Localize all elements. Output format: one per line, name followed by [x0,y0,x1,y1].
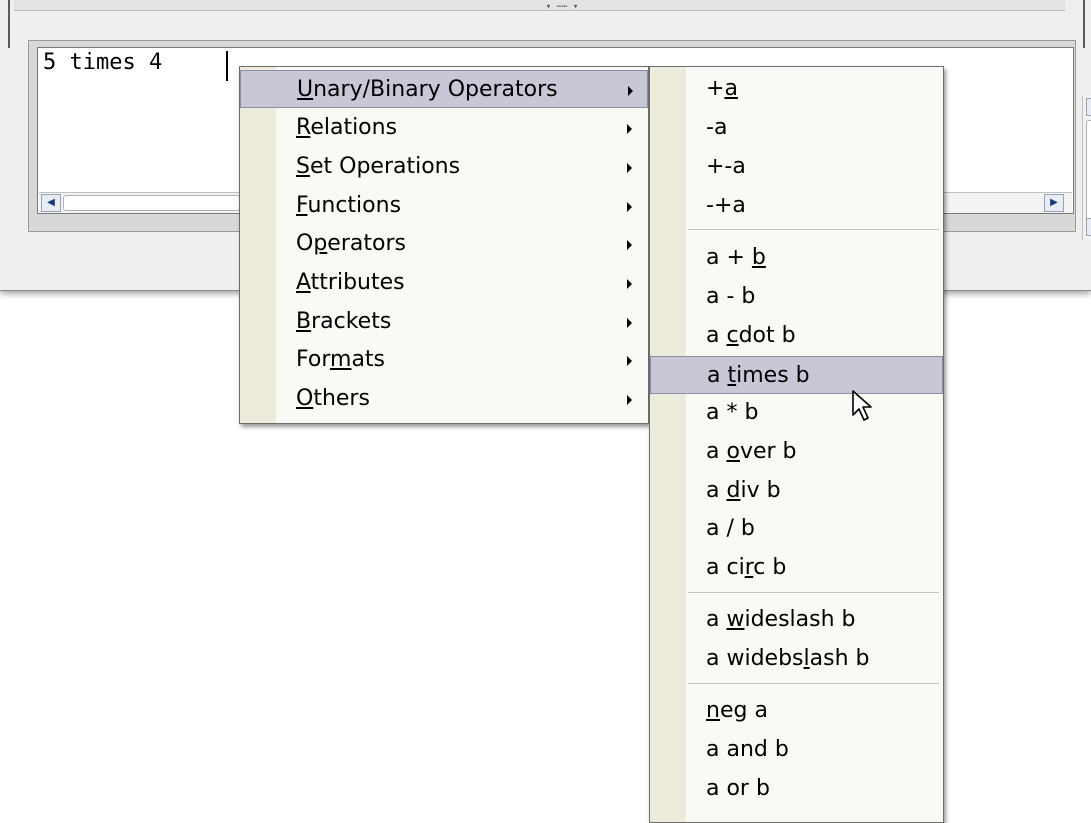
submenu-arrow-icon [627,318,632,328]
submenu-item-a-slash-b-label: a / b [706,516,755,541]
submenu-item-a-or-b[interactable]: a or b [650,770,943,808]
submenu-item-neg-a[interactable]: neg a [650,692,943,730]
menu-item-brackets[interactable]: Brackets [240,303,648,341]
submenu-item-a-minus-b[interactable]: a - b [650,278,943,316]
submenu-item-a-circ-b-label: a circ b [706,555,787,580]
menu-item-attributes[interactable]: Attributes [240,264,648,302]
menu-item-formats-label: Formats [296,347,386,372]
submenu-arrow-icon [627,124,632,134]
submenu-arrow-icon [627,356,632,366]
submenu-item-neg-a-label: neg a [706,698,768,723]
menu-item-formats[interactable]: Formats [240,341,648,379]
submenu-item-a-or-b-label: a or b [706,776,770,801]
submenu-arrow-icon [627,163,632,173]
splitter-grip-icon[interactable]: ▾ ⋯⋯ ▾ [522,2,602,16]
submenu-arrow-icon [627,202,632,212]
window-border-right [1083,0,1085,48]
menu-item-functions-label: Functions [296,193,402,218]
menu-item-brackets-label: Brackets [296,309,392,334]
submenu-arrow-icon [627,395,632,405]
submenu-item-a-and-b-label: a and b [706,737,789,762]
scroll-left-icon[interactable]: ◀ [41,194,61,212]
submenu-arrow-icon [627,279,632,289]
submenu-item-a-cdot-b-label: a cdot b [706,323,796,348]
menu-item-unary-binary-operators[interactable]: Unary/Binary Operators [240,70,648,108]
menu-item-unary-binary-operators-label: Unary/Binary Operators [297,77,558,102]
menu-item-operators-label: Operators [296,231,406,256]
menu-item-others[interactable]: Others [240,380,648,418]
submenu-item-a-cdot-b[interactable]: a cdot b [650,317,943,355]
submenu-item-a-slash-b[interactable]: a / b [650,510,943,548]
submenu-item-plus-a-label: +a [706,76,738,101]
submenu-item-a-star-b-label: a * b [706,400,759,425]
submenu-item-a-over-b[interactable]: a over b [650,433,943,471]
submenu-arrow-icon [628,86,633,96]
submenu-item-minus-a[interactable]: -a [650,109,943,147]
window-border-left [8,0,10,48]
submenu-item-a-and-b[interactable]: a and b [650,731,943,769]
submenu-item-plusminus-a[interactable]: +-a [650,148,943,186]
menu-item-attributes-label: Attributes [296,270,405,295]
submenu-item-plus-a[interactable]: +a [650,70,943,108]
submenu-item-a-wideslash-b-label: a wideslash b [706,607,856,632]
menu-item-relations[interactable]: Relations [240,109,648,147]
submenu-item-a-widebslash-b-label: a widebslash b [706,646,870,671]
context-menu: Unary/Binary Operators Relations Set Opera… [239,66,649,424]
splitter-bar[interactable]: ▾ ⋯⋯ ▾ [14,0,1065,12]
submenu-item-a-widebslash-b[interactable]: a widebslash b [650,640,943,678]
menu-item-functions[interactable]: Functions [240,187,648,225]
operators-submenu: +a -a +-a -+a a + b a - b a cdot b a times b a *… [649,66,944,823]
menu-item-set-operations-label: Set Operations [296,154,461,179]
menu-separator [688,229,939,231]
submenu-item-a-circ-b[interactable]: a circ b [650,549,943,587]
mouse-pointer-icon [852,390,872,421]
submenu-item-a-div-b-label: a div b [706,478,781,503]
submenu-arrow-icon [627,240,632,250]
formula-text[interactable]: 5 times 4 [43,50,162,75]
scroll-down-icon[interactable]: ▼ [1086,218,1091,236]
submenu-item-a-minus-b-label: a - b [706,284,756,309]
menu-item-operators[interactable]: Operators [240,225,648,263]
submenu-item-a-div-b[interactable]: a div b [650,472,943,510]
submenu-item-minusplus-a[interactable]: -+a [650,187,943,225]
submenu-item-minus-a-label: -a [706,115,728,140]
text-caret [226,51,228,81]
vertical-scrollbar[interactable]: ▲ ▼ [1082,96,1091,240]
menu-separator [688,592,939,594]
submenu-item-a-plus-b[interactable]: a + b [650,239,943,277]
scroll-right-icon[interactable]: ▶ [1044,194,1064,212]
scroll-up-icon[interactable]: ▲ [1086,98,1091,116]
submenu-item-minusplus-a-label: -+a [706,193,746,218]
horizontal-scroll-thumb[interactable] [63,195,240,211]
menu-item-others-label: Others [296,386,370,411]
submenu-item-a-times-b[interactable]: a times b [650,356,943,394]
submenu-item-a-plus-b-label: a + b [706,245,766,270]
menu-item-set-operations[interactable]: Set Operations [240,148,648,186]
submenu-item-plusminus-a-label: +-a [706,154,746,179]
submenu-item-a-wideslash-b[interactable]: a wideslash b [650,601,943,639]
submenu-item-a-star-b[interactable]: a * b [650,394,943,432]
menu-separator [688,683,939,685]
menu-item-relations-label: Relations [296,115,398,140]
vertical-scroll-thumb[interactable] [1086,120,1091,234]
submenu-item-a-times-b-label: a times b [707,363,810,388]
submenu-item-a-over-b-label: a over b [706,439,797,464]
